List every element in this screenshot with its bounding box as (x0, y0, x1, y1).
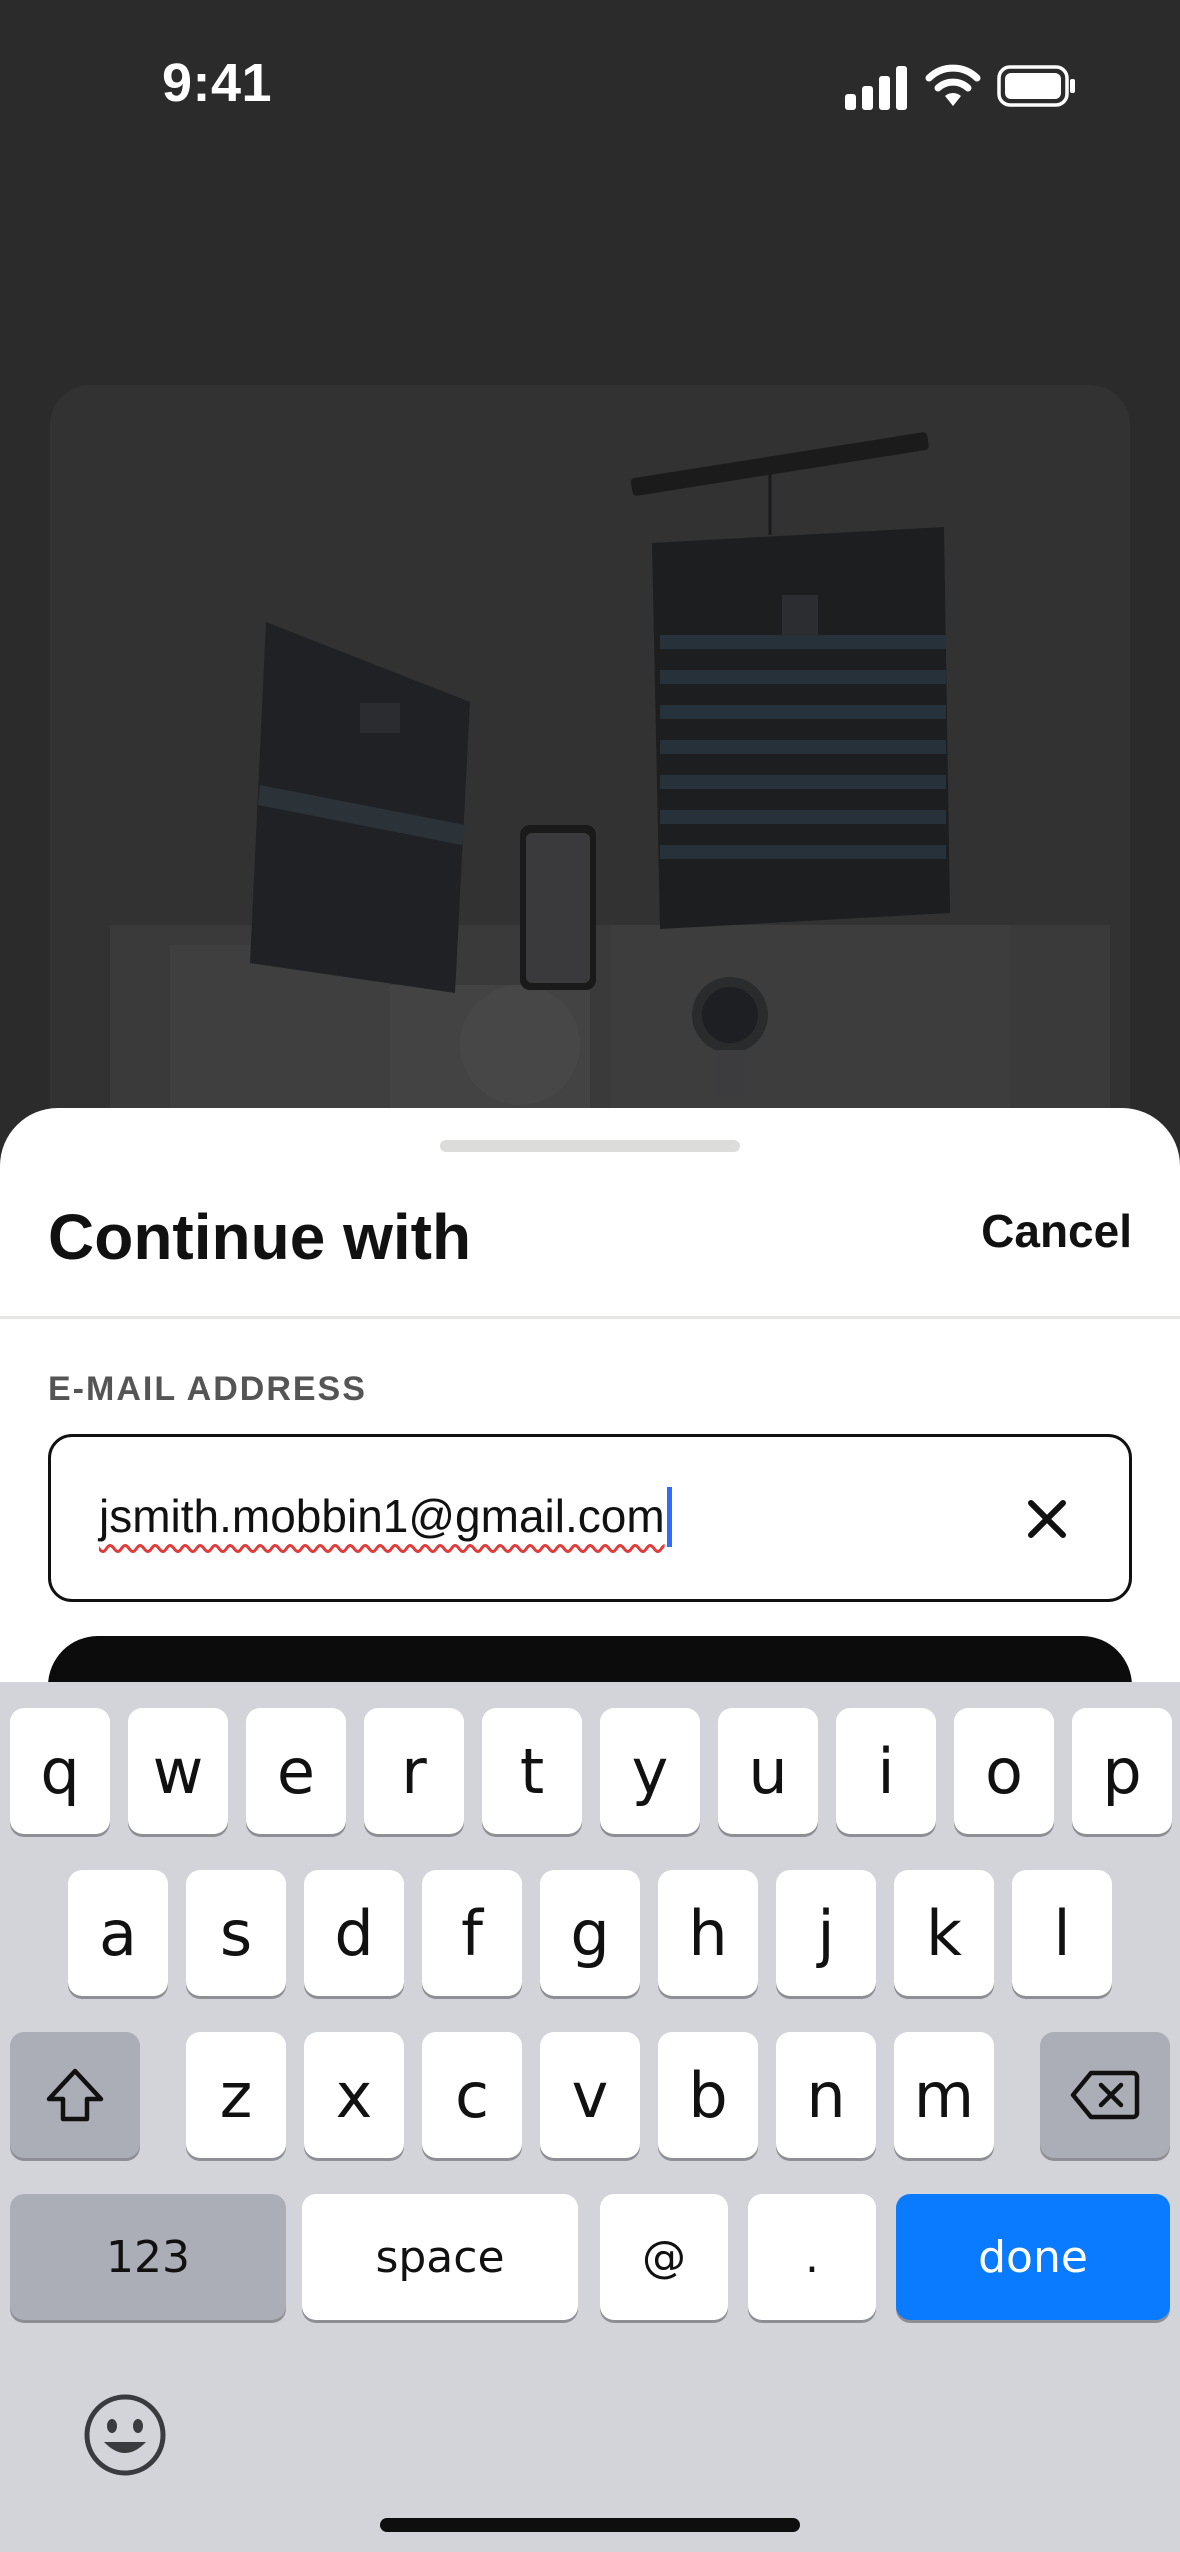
sheet-grabber[interactable] (440, 1140, 740, 1152)
dot-key[interactable]: . (748, 2194, 876, 2320)
key-k[interactable]: k (894, 1870, 994, 1996)
shift-key[interactable] (10, 2032, 140, 2158)
key-t[interactable]: t (482, 1708, 582, 1834)
shift-arrow-icon (46, 2068, 104, 2122)
key-h[interactable]: h (658, 1870, 758, 1996)
key-q[interactable]: q (10, 1708, 110, 1834)
key-b[interactable]: b (658, 2032, 758, 2158)
key-a[interactable]: a (68, 1870, 168, 1996)
wifi-icon (925, 64, 981, 106)
backspace-key[interactable] (1040, 2032, 1170, 2158)
key-c[interactable]: c (422, 2032, 522, 2158)
clear-x-icon[interactable] (1021, 1493, 1073, 1545)
key-m[interactable]: m (894, 2032, 994, 2158)
key-o[interactable]: o (954, 1708, 1054, 1834)
key-i[interactable]: i (836, 1708, 936, 1834)
key-j[interactable]: j (776, 1870, 876, 1996)
key-z[interactable]: z (186, 2032, 286, 2158)
sheet-title: Continue with (48, 1201, 472, 1273)
key-d[interactable]: d (304, 1870, 404, 1996)
email-field-label: E-MAIL ADDRESS (48, 1370, 367, 1408)
product-hero-image (50, 385, 1130, 1215)
numbers-key[interactable]: 123 (10, 2194, 286, 2320)
key-l[interactable]: l (1012, 1870, 1112, 1996)
key-f[interactable]: f (422, 1870, 522, 1996)
home-indicator[interactable] (380, 2518, 800, 2532)
key-n[interactable]: n (776, 2032, 876, 2158)
key-v[interactable]: v (540, 2032, 640, 2158)
cancel-button[interactable]: Cancel (981, 1204, 1132, 1258)
text-caret (667, 1487, 672, 1547)
cellular-signal-icon (845, 66, 907, 110)
key-u[interactable]: u (718, 1708, 818, 1834)
emoji-smiley-icon[interactable] (82, 2392, 168, 2478)
status-time: 9:41 (162, 53, 273, 113)
product-illustration (110, 432, 1110, 1215)
key-x[interactable]: x (304, 2032, 404, 2158)
backspace-icon (1070, 2070, 1140, 2120)
key-g[interactable]: g (540, 1870, 640, 1996)
at-key[interactable]: @ (600, 2194, 728, 2320)
status-bar: 9:41 (0, 0, 1180, 170)
key-s[interactable]: s (186, 1870, 286, 1996)
key-w[interactable]: w (128, 1708, 228, 1834)
key-p[interactable]: p (1072, 1708, 1172, 1834)
email-field[interactable]: jsmith.mobbin1@gmail.com (48, 1434, 1132, 1602)
done-key[interactable]: done (896, 2194, 1170, 2320)
battery-icon (997, 65, 1075, 107)
key-y[interactable]: y (600, 1708, 700, 1834)
key-e[interactable]: e (246, 1708, 346, 1834)
email-input-value[interactable]: jsmith.mobbin1@gmail.com (99, 1489, 665, 1543)
space-key[interactable]: space (302, 2194, 578, 2320)
key-r[interactable]: r (364, 1708, 464, 1834)
sheet-divider (0, 1316, 1180, 1319)
